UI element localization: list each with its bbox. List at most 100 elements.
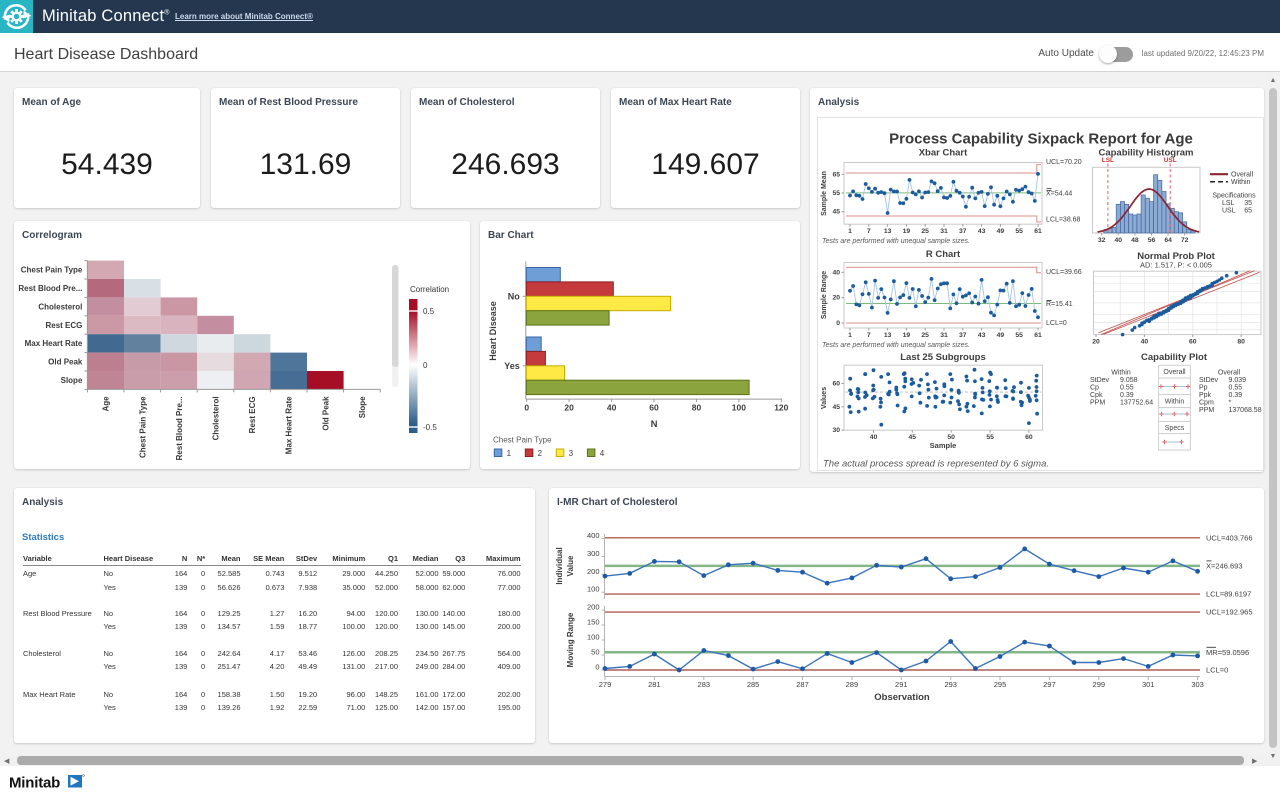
- svg-text:137752.64: 137752.64: [1120, 400, 1153, 407]
- svg-text:0: 0: [524, 403, 529, 413]
- svg-text:60: 60: [832, 380, 840, 387]
- svg-text:19: 19: [903, 332, 911, 339]
- svg-text:UCL=403.766: UCL=403.766: [1206, 533, 1253, 542]
- svg-text:20: 20: [832, 295, 840, 302]
- svg-text:Values: Values: [821, 387, 828, 409]
- svg-text:120: 120: [774, 403, 788, 413]
- svg-text:Rest Blood Pre...: Rest Blood Pre...: [175, 396, 184, 460]
- svg-text:Old Peak: Old Peak: [321, 396, 330, 431]
- svg-text:300: 300: [587, 549, 600, 558]
- svg-text:37: 37: [959, 332, 967, 339]
- svg-text:25: 25: [921, 228, 929, 235]
- svg-text:9.058: 9.058: [1120, 377, 1138, 384]
- svg-text:USL: USL: [1164, 157, 1177, 164]
- svg-text:Sample Mean: Sample Mean: [821, 171, 828, 216]
- svg-text:StDev: StDev: [1199, 377, 1219, 384]
- svg-text:Cpk: Cpk: [1090, 392, 1103, 399]
- svg-text:AD: 1.517, P: < 0.005: AD: 1.517, P: < 0.005: [1140, 261, 1212, 270]
- svg-text:0.5: 0.5: [423, 307, 435, 316]
- svg-text:200: 200: [587, 567, 600, 576]
- svg-text:49: 49: [997, 332, 1005, 339]
- svg-text:*: *: [1229, 400, 1232, 407]
- svg-text:60: 60: [649, 403, 659, 413]
- svg-text:72: 72: [1181, 237, 1189, 244]
- svg-text:50: 50: [591, 648, 599, 657]
- svg-text:Within: Within: [1165, 399, 1185, 406]
- svg-text:0: 0: [836, 320, 840, 327]
- svg-text:1: 1: [848, 332, 852, 339]
- svg-text:64: 64: [1164, 237, 1172, 244]
- svg-text:20: 20: [1092, 339, 1100, 346]
- svg-text:56: 56: [1148, 237, 1156, 244]
- svg-text:Rest ECG: Rest ECG: [45, 321, 82, 330]
- svg-text:Heart Disease: Heart Disease: [488, 301, 498, 361]
- svg-text:The actual process spread is r: The actual process spread is represented…: [823, 459, 1049, 470]
- svg-text:32: 32: [1098, 237, 1106, 244]
- svg-text:Tests are performed with unequ: Tests are performed with unequal sample …: [822, 238, 970, 245]
- svg-text:45: 45: [909, 434, 917, 441]
- svg-text:Max Heart Rate: Max Heart Rate: [25, 339, 83, 348]
- svg-text:Overall: Overall: [1231, 172, 1254, 179]
- svg-text:35: 35: [1244, 200, 1252, 207]
- svg-text:303: 303: [1191, 680, 1204, 689]
- svg-text:Slope: Slope: [61, 376, 83, 385]
- svg-text:289: 289: [846, 680, 859, 689]
- svg-text:37: 37: [959, 228, 967, 235]
- svg-text:150: 150: [587, 618, 600, 627]
- svg-text:19: 19: [903, 228, 911, 235]
- svg-text:Within: Within: [1111, 370, 1131, 377]
- svg-text:60: 60: [1189, 339, 1197, 346]
- svg-text:137068.58: 137068.58: [1229, 407, 1262, 414]
- svg-text:USL: USL: [1222, 208, 1236, 215]
- svg-text:LCL=0: LCL=0: [1046, 320, 1067, 327]
- svg-text:55: 55: [986, 434, 994, 441]
- svg-text:X=246.693: X=246.693: [1206, 561, 1243, 570]
- svg-text:Chest Pain Type: Chest Pain Type: [138, 396, 147, 458]
- svg-text:100: 100: [732, 403, 746, 413]
- svg-text:295: 295: [994, 680, 1007, 689]
- svg-text:0.55: 0.55: [1229, 385, 1243, 392]
- svg-text:7: 7: [867, 228, 871, 235]
- svg-text:Yes: Yes: [504, 361, 520, 371]
- svg-text:61: 61: [1034, 332, 1042, 339]
- svg-text:43: 43: [978, 228, 986, 235]
- svg-text:2: 2: [538, 449, 543, 458]
- svg-text:Age: Age: [102, 396, 111, 412]
- svg-text:7: 7: [867, 332, 871, 339]
- svg-text:Rest Blood Pre...: Rest Blood Pre...: [18, 284, 82, 293]
- svg-text:-0.5: -0.5: [423, 423, 437, 432]
- svg-text:49: 49: [997, 228, 1005, 235]
- svg-text:Xbar Chart: Xbar Chart: [919, 148, 968, 159]
- svg-text:4: 4: [600, 449, 605, 458]
- svg-text:Sample Range: Sample Range: [821, 271, 828, 319]
- svg-text:Correlation: Correlation: [410, 285, 449, 294]
- svg-text:Tests are performed with unequ: Tests are performed with unequal sample …: [822, 342, 970, 349]
- svg-text:31: 31: [940, 332, 948, 339]
- svg-text:299: 299: [1093, 680, 1106, 689]
- svg-text:Rest ECG: Rest ECG: [248, 396, 257, 433]
- svg-text:3: 3: [569, 449, 574, 458]
- svg-text:Max Heart Rate: Max Heart Rate: [285, 396, 294, 454]
- svg-text:45: 45: [832, 404, 840, 411]
- svg-text:UCL=39.66: UCL=39.66: [1046, 269, 1082, 276]
- svg-text:Observation: Observation: [874, 692, 930, 703]
- svg-text:Cp: Cp: [1090, 385, 1099, 392]
- svg-text:LSL: LSL: [1222, 200, 1235, 207]
- svg-text:61: 61: [1034, 228, 1042, 235]
- svg-text:Specs: Specs: [1165, 425, 1185, 432]
- svg-text:301: 301: [1142, 680, 1155, 689]
- svg-text:1: 1: [507, 449, 512, 458]
- svg-text:Cholesterol: Cholesterol: [38, 302, 82, 311]
- svg-text:9.039: 9.039: [1229, 377, 1247, 384]
- svg-text:13: 13: [884, 332, 892, 339]
- svg-text:Chest Pain Type: Chest Pain Type: [493, 436, 552, 445]
- svg-text:No: No: [508, 292, 520, 302]
- svg-text:Value: Value: [566, 555, 575, 576]
- svg-text:LSL: LSL: [1102, 157, 1114, 164]
- svg-text:N: N: [651, 419, 658, 430]
- svg-text:48: 48: [1131, 237, 1139, 244]
- svg-text:Moving Range: Moving Range: [566, 612, 575, 667]
- svg-text:31: 31: [940, 228, 948, 235]
- svg-text:40: 40: [1141, 339, 1149, 346]
- svg-text:0.39: 0.39: [1229, 392, 1243, 399]
